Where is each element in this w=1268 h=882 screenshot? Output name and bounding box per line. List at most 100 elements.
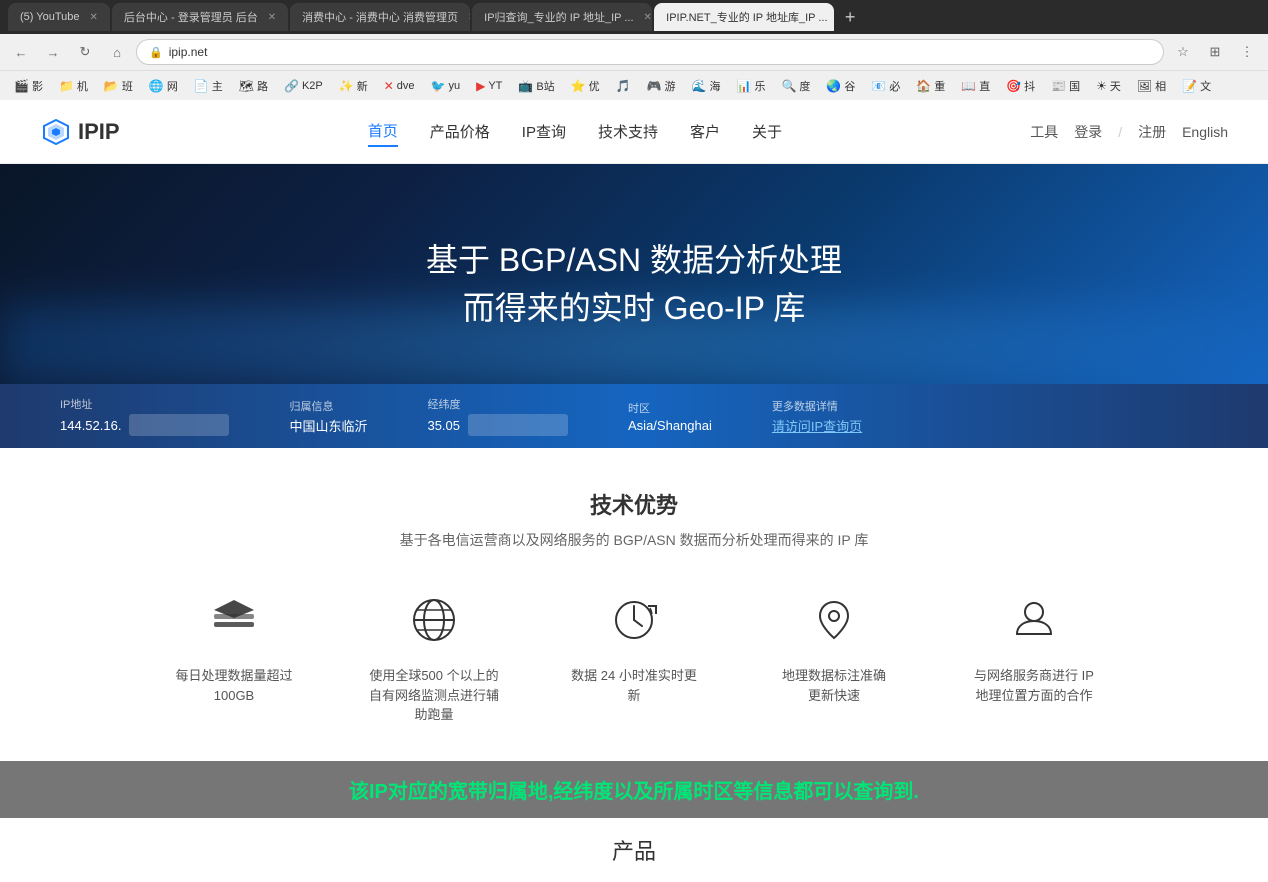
ip-timezone-value: Asia/Shanghai xyxy=(628,418,712,433)
bookmark-sea[interactable]: 🌊海 xyxy=(686,76,727,96)
bookmark-tian[interactable]: ☀天 xyxy=(1090,76,1127,96)
promo-banner: 该IP对应的宽带归属地,经纬度以及所属时区等信息都可以查询到. xyxy=(0,761,1268,818)
hero-title: 基于 BGP/ASN 数据分析处理 而得来的实时 Geo-IP 库 xyxy=(426,236,842,332)
forward-button[interactable]: → xyxy=(40,39,66,65)
tab-bar: (5) YouTube ✕ 后台中心 - 登录管理员 后台 ✕ 消费中心 - 消… xyxy=(0,0,1268,34)
nav-about[interactable]: 关于 xyxy=(752,117,782,146)
bookmark-game[interactable]: 🎮游 xyxy=(641,76,682,96)
bookmark-bar: 🎬影 📁机 📂班 🌐网 📄主 🗺路 🔗K2P ✨新 ✕dve 🐦yu ▶YT 📺… xyxy=(0,70,1268,100)
nav-tech-support[interactable]: 技术支持 xyxy=(598,117,658,146)
tab-close-icon[interactable]: ✕ xyxy=(468,12,470,23)
feature-global-network-text: 使用全球500 个以上的自有网络监测点进行辅助跑量 xyxy=(369,666,499,725)
ip-location-label: 归属信息 xyxy=(289,398,367,414)
layers-icon xyxy=(200,586,268,654)
browser-chrome: (5) YouTube ✕ 后台中心 - 登录管理员 后台 ✕ 消费中心 - 消… xyxy=(0,0,1268,100)
bookmark-dve[interactable]: ✕dve xyxy=(378,77,421,95)
products-title-text: 产品 xyxy=(612,839,656,864)
bookmark-you[interactable]: ⭐优 xyxy=(565,76,606,96)
nav-ip-query[interactable]: IP查询 xyxy=(522,117,566,146)
bookmark-movies[interactable]: 🎬影 xyxy=(8,76,49,96)
new-tab-button[interactable]: + xyxy=(836,3,864,31)
ip-address-field: IP地址 144.52.16. xyxy=(60,396,229,436)
feature-data-volume-text: 每日处理数据量超过100GB xyxy=(175,666,292,705)
site-logo[interactable]: IPIP xyxy=(40,116,120,148)
extension-icon[interactable]: ⊞ xyxy=(1202,39,1228,65)
bookmark-dou[interactable]: 🎯抖 xyxy=(1000,76,1041,96)
nav-clients[interactable]: 客户 xyxy=(690,117,720,146)
feature-isp-partnership: 与网络服务商进行 IP地理位置方面的合作 xyxy=(964,586,1104,725)
feature-global-network: 使用全球500 个以上的自有网络监测点进行辅助跑量 xyxy=(364,586,504,725)
tab-close-icon[interactable]: ✕ xyxy=(268,12,276,23)
bookmark-le[interactable]: 📊乐 xyxy=(731,76,772,96)
bookmark-star-icon[interactable]: ☆ xyxy=(1170,39,1196,65)
bookmark-ban[interactable]: 📂班 xyxy=(98,76,139,96)
bookmark-lu[interactable]: 🗺路 xyxy=(233,76,274,96)
bookmark-zhi[interactable]: 📖直 xyxy=(955,76,996,96)
tab-label: IP归查询_专业的 IP 地址_IP ... xyxy=(484,9,633,25)
nav-pricing[interactable]: 产品价格 xyxy=(430,117,490,146)
tech-section-title: 技术优势 xyxy=(40,488,1228,520)
bookmark-k2p[interactable]: 🔗K2P xyxy=(278,77,329,95)
language-english-link[interactable]: English xyxy=(1182,124,1228,140)
tab-ip-query[interactable]: IP归查询_专业的 IP 地址_IP ... ✕ xyxy=(472,3,652,31)
lock-icon: 🔒 xyxy=(149,46,163,59)
nav-divider: / xyxy=(1118,124,1122,140)
bookmark-zhong[interactable]: 🏠重 xyxy=(910,76,951,96)
login-link[interactable]: 登录 xyxy=(1074,122,1102,142)
hero-section: 基于 BGP/ASN 数据分析处理 而得来的实时 Geo-IP 库 xyxy=(0,164,1268,384)
promo-text: 该IP对应的宽带归属地,经纬度以及所属时区等信息都可以查询到. xyxy=(349,781,919,803)
bookmark-bi[interactable]: 📧必 xyxy=(865,76,906,96)
tab-close-icon[interactable]: ✕ xyxy=(644,12,652,23)
bookmark-zhu[interactable]: 📄主 xyxy=(188,76,229,96)
hero-title-line2: 而得来的实时 Geo-IP 库 xyxy=(426,284,842,332)
url-text: ipip.net xyxy=(169,45,208,59)
bookmark-ji[interactable]: 📁机 xyxy=(53,76,94,96)
ip-coords-input-box[interactable] xyxy=(468,414,568,436)
bookmark-google[interactable]: 🌏谷 xyxy=(820,76,861,96)
bookmark-wen[interactable]: 📝文 xyxy=(1176,76,1217,96)
ip-more-value: 请访问IP查询页 xyxy=(772,416,862,435)
bookmark-music[interactable]: 🎵 xyxy=(610,77,637,95)
bookmark-guo[interactable]: 📰国 xyxy=(1045,76,1086,96)
home-button[interactable]: ⌂ xyxy=(104,39,130,65)
bookmark-new[interactable]: ✨新 xyxy=(333,76,374,96)
tab-youtube[interactable]: (5) YouTube ✕ xyxy=(8,3,110,31)
tab-admin[interactable]: 后台中心 - 登录管理员 后台 ✕ xyxy=(112,3,288,31)
tools-link[interactable]: 工具 xyxy=(1030,122,1058,142)
feature-isp-partnership-text: 与网络服务商进行 IP地理位置方面的合作 xyxy=(974,666,1094,705)
tab-consume[interactable]: 消费中心 - 消费中心 消费管理页 ✕ xyxy=(290,3,470,31)
menu-icon[interactable]: ⋮ xyxy=(1234,39,1260,65)
bookmark-yt[interactable]: ▶YT xyxy=(470,77,508,95)
address-input[interactable]: 🔒 ipip.net xyxy=(136,39,1164,65)
bookmark-wang[interactable]: 🌐网 xyxy=(143,76,184,96)
bookmark-du[interactable]: 🔍度 xyxy=(775,76,816,96)
tab-ipip-active[interactable]: IPIP.NET_专业的 IP 地址库_IP ... ✕ xyxy=(654,3,834,31)
ip-query-link[interactable]: 请访问IP查询页 xyxy=(772,416,862,435)
reload-button[interactable]: ↻ xyxy=(72,39,98,65)
tech-section-subtitle: 基于各电信运营商以及网络服务的 BGP/ASN 数据而分析处理而得来的 IP 库 xyxy=(40,530,1228,550)
nav-home[interactable]: 首页 xyxy=(368,116,398,147)
feature-realtime-text: 数据 24 小时准实时更新 xyxy=(571,666,697,705)
bookmark-bilibili[interactable]: 📺B站 xyxy=(512,76,560,96)
ip-address-input-box[interactable] xyxy=(129,414,229,436)
ip-address-value: 144.52.16. xyxy=(60,414,229,436)
clock-icon xyxy=(600,586,668,654)
ip-address-text: 144.52.16. xyxy=(60,418,121,433)
feature-geo-accuracy-text: 地理数据标注准确更新快速 xyxy=(782,666,886,705)
tab-close-icon[interactable]: ✕ xyxy=(90,12,98,23)
register-link[interactable]: 注册 xyxy=(1138,122,1166,142)
ip-more-field: 更多数据详情 请访问IP查询页 xyxy=(772,398,862,435)
bookmark-yu[interactable]: 🐦yu xyxy=(425,77,467,95)
feature-realtime: 数据 24 小时准实时更新 xyxy=(564,586,704,725)
ip-timezone-text: Asia/Shanghai xyxy=(628,418,712,433)
ip-coords-text: 35.05 xyxy=(427,418,460,433)
ip-info-bar: IP地址 144.52.16. 归属信息 中国山东临沂 经纬度 35.05 时区… xyxy=(0,384,1268,448)
ip-location-value: 中国山东临沂 xyxy=(289,416,367,435)
address-bar-row: ← → ↻ ⌂ 🔒 ipip.net ☆ ⊞ ⋮ xyxy=(0,34,1268,70)
features-grid: 每日处理数据量超过100GB 使用全球500 个以上的自有网络监测点进行辅助跑量 xyxy=(40,586,1228,725)
bookmark-xiang[interactable]: 🖼相 xyxy=(1131,76,1172,96)
tab-label: 后台中心 - 登录管理员 后台 xyxy=(124,9,258,25)
products-section-title: 产品 xyxy=(0,818,1268,882)
ip-more-label: 更多数据详情 xyxy=(772,398,862,414)
back-button[interactable]: ← xyxy=(8,39,34,65)
